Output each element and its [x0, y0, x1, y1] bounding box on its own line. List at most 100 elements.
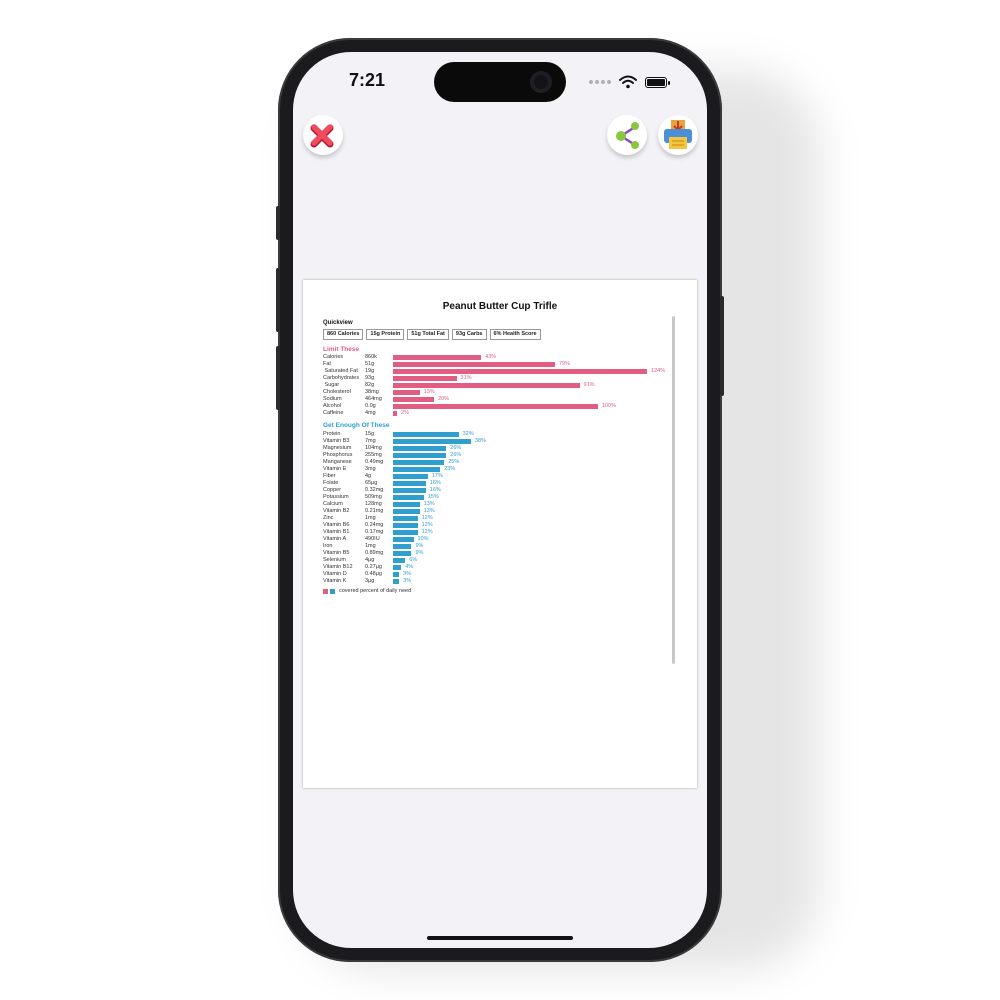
nutrient-name: Saturated Fat: [323, 368, 358, 374]
chart-bar: [393, 572, 400, 577]
print-button[interactable]: [658, 115, 698, 155]
percent-label: 9%: [415, 550, 424, 556]
close-x-icon: [310, 124, 334, 148]
nutrient-amount: 19g: [365, 368, 375, 374]
chart-row: Vitamin B2 0.21mg 13%: [323, 508, 683, 515]
percent-label: 25%: [448, 459, 460, 465]
nutrient-name: Fiber: [323, 473, 336, 479]
percent-label: 43%: [485, 354, 497, 360]
nutrient-amount: 464mg: [365, 396, 382, 402]
percent-label: 13%: [423, 389, 435, 395]
chart-bar: [393, 404, 598, 409]
percent-label: 10%: [417, 536, 429, 542]
chart-bar: [393, 523, 418, 528]
nutrient-amount: 0.32mg: [365, 487, 384, 493]
chart-bar: [393, 509, 420, 514]
chart-row: Fiber 4g 17%: [323, 473, 683, 480]
chart-row: Vitamin B5 0.89mg 9%: [323, 550, 683, 557]
nutrient-amount: 128mg: [365, 501, 382, 507]
chart-row: Folate 65µg 16%: [323, 480, 683, 487]
chart-bar: [393, 551, 412, 556]
nutrient-name: Calories: [323, 354, 344, 360]
limit-section-title: Limit These: [323, 346, 360, 353]
chart-row: Phosphorus 255mg 26%: [323, 452, 683, 459]
nutrient-name: Vitamin B5: [323, 550, 350, 556]
quickview-fat: 51g Total Fat: [407, 329, 449, 340]
percent-label: 3%: [403, 578, 412, 584]
phone-screen: 7:21 Peanut Butter Cup Trifle Quickview …: [293, 52, 707, 948]
percent-label: 32%: [462, 431, 474, 437]
chart-row: Vitamin B6 0.24mg 12%: [323, 522, 683, 529]
chart-row: Sugar 82g 91%: [323, 382, 683, 389]
chart-row: Vitamin B1 0.17mg 12%: [323, 529, 683, 536]
percent-label: 26%: [450, 452, 462, 458]
camera-icon: [530, 71, 552, 93]
nutrient-amount: 0.24mg: [365, 522, 384, 528]
nutrient-amount: 7mg: [365, 438, 376, 444]
document-scrollbar[interactable]: [672, 316, 675, 664]
chart-bar: [393, 446, 447, 451]
nutrient-name: Carbohydrates: [323, 375, 360, 381]
nutrition-label-document: Peanut Butter Cup Trifle Quickview 860 C…: [303, 280, 697, 788]
chart-bar: [393, 362, 555, 367]
nutrient-amount: 15g: [365, 431, 375, 437]
share-button[interactable]: [607, 115, 647, 155]
nutrient-amount: 82g: [365, 382, 375, 388]
chart-row: Fat 51g 79%: [323, 361, 683, 368]
nutrient-name: Protein: [323, 431, 341, 437]
chart-row: Calories 860k 43%: [323, 354, 683, 361]
nutrient-name: Vitamin D: [323, 571, 347, 577]
nutrient-name: Potassium: [323, 494, 349, 500]
percent-label: 38%: [474, 438, 486, 444]
percent-label: 9%: [415, 543, 424, 549]
nutrient-name: Vitamin K: [323, 578, 347, 584]
percent-label: 17%: [431, 473, 443, 479]
quickview-health-score: 6% Health Score: [489, 329, 541, 340]
home-indicator[interactable]: [427, 936, 573, 940]
chart-bar: [393, 565, 402, 570]
chart-bar: [393, 355, 482, 360]
chart-bar: [393, 390, 420, 395]
nutrient-amount: 1mg: [365, 515, 376, 521]
nutrient-name: Cholesterol: [323, 389, 351, 395]
chart-bar: [393, 383, 580, 388]
chart-row: Vitamin K 3µg 3%: [323, 578, 683, 585]
signal-icon: [589, 80, 611, 84]
nutrient-amount: 38mg: [365, 389, 379, 395]
chart-bar: [393, 537, 414, 542]
chart-row: Vitamin B12 0.27µg 4%: [323, 564, 683, 571]
nutrient-name: Alcohol: [323, 403, 342, 409]
chart-bar: [393, 544, 412, 549]
wifi-icon: [619, 75, 637, 89]
nutrient-name: Zinc: [323, 515, 334, 521]
nutrient-amount: 0.17mg: [365, 529, 384, 535]
chart-row: Sodium 464mg 20%: [323, 396, 683, 403]
status-time: 7:21: [349, 70, 386, 90]
chart-bar: [393, 488, 426, 493]
nutrient-amount: 860k: [365, 354, 377, 360]
printer-icon: [664, 120, 692, 149]
nutrient-name: Vitamin A: [323, 536, 347, 542]
percent-label: 79%: [558, 361, 570, 367]
quickview-protein: 15g Protein: [366, 329, 405, 340]
quickview-calories: 860 Calories: [323, 329, 364, 340]
quickview-label: Quickview: [323, 320, 353, 326]
nutrient-name: Vitamin B2: [323, 508, 350, 514]
close-button[interactable]: [303, 115, 343, 155]
nutrient-name: Vitamin B1: [323, 529, 350, 535]
percent-label: 16%: [429, 480, 441, 486]
chart-row: Vitamin D 0.48µg 3%: [323, 571, 683, 578]
dynamic-island: [434, 62, 566, 102]
legend-label: covered percent of daily need: [339, 588, 412, 594]
percent-label: 3%: [403, 571, 412, 577]
nutrient-name: Folate: [323, 480, 339, 486]
percent-label: 12%: [421, 529, 433, 535]
nutrient-name: Sugar: [323, 382, 340, 388]
chart-bar: [393, 411, 398, 416]
nutrient-amount: 0.21mg: [365, 508, 384, 514]
nutrient-amount: 0.49mg: [365, 459, 384, 465]
nutrient-name: Phosphorus: [323, 452, 353, 458]
percent-label: 26%: [450, 445, 462, 451]
chart-row: Manganese 0.49mg 25%: [323, 459, 683, 466]
chart-row: Copper 0.32mg 16%: [323, 487, 683, 494]
